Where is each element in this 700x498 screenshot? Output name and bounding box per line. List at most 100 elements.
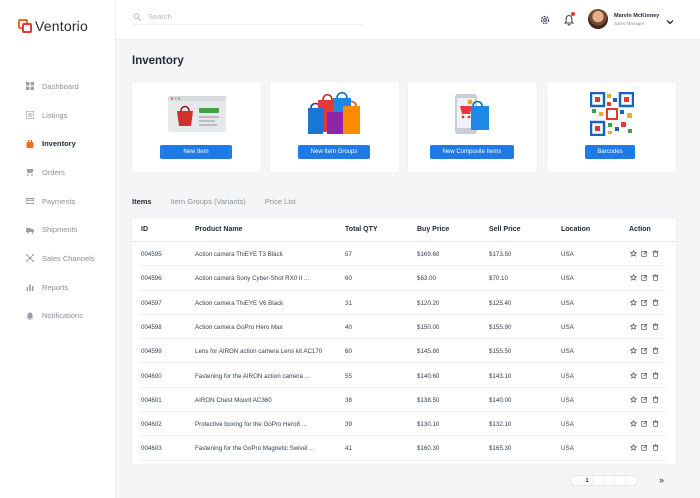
user-profile[interactable]: Marvin McKinney Sales Manager xyxy=(588,9,659,29)
page-button-current[interactable]: 1 xyxy=(582,476,593,485)
cell-product-name: Lens for AIRON action camera Lens kit AC… xyxy=(195,348,323,356)
page-button[interactable] xyxy=(604,476,615,485)
sidebar-item-dashboard[interactable]: Dashboard xyxy=(0,72,116,101)
sales-channels-icon xyxy=(25,253,35,263)
table-row[interactable]: 004596 Action camera Sony Cyber-Shot RX0 … xyxy=(132,266,676,291)
table-row[interactable]: 004601 AIRON Chest Mount AC360 38 $138.50 $1… xyxy=(132,388,676,413)
cell-id: 004595 xyxy=(141,251,162,258)
edit-icon[interactable] xyxy=(641,323,648,330)
sidebar-item-notifications[interactable]: Notifications xyxy=(0,302,116,331)
star-icon[interactable] xyxy=(630,444,637,452)
user-role: Sales Manager xyxy=(614,20,645,26)
trash-icon[interactable] xyxy=(652,396,659,403)
trash-icon[interactable] xyxy=(652,323,659,330)
table-row[interactable]: 004603 Fastening for the GoPro Magnetic S… xyxy=(132,436,676,461)
sidebar-item-inventory[interactable]: Inventory xyxy=(0,129,116,158)
sidebar-item-label: Shipments xyxy=(42,225,78,235)
settings-gear-icon[interactable] xyxy=(539,13,551,25)
cell-sell-price: $143.10 xyxy=(489,372,512,380)
trash-icon[interactable] xyxy=(652,444,659,452)
page-button[interactable] xyxy=(615,476,626,485)
new-item-button[interactable]: New Item xyxy=(160,145,232,159)
star-icon[interactable] xyxy=(630,420,637,427)
avatar xyxy=(588,9,608,29)
star-icon[interactable] xyxy=(630,371,637,379)
table-row[interactable]: 004598 Action camera GoPro Hero Max 40 $150… xyxy=(132,315,676,340)
cell-location: USA xyxy=(561,251,574,258)
app-logo[interactable]: Ventorio xyxy=(18,18,88,34)
edit-icon[interactable] xyxy=(641,396,648,403)
sidebar-item-payments[interactable]: Payments xyxy=(0,187,116,216)
edit-icon[interactable] xyxy=(641,347,648,354)
inventory-icon xyxy=(25,139,35,149)
edit-icon[interactable] xyxy=(641,420,648,427)
sidebar-item-shipments[interactable]: Shipments xyxy=(0,215,116,244)
star-icon[interactable] xyxy=(630,250,637,257)
star-icon[interactable] xyxy=(630,298,637,306)
page-button[interactable] xyxy=(593,476,604,485)
tab-item-groups[interactable]: Item Groups (Variants) xyxy=(171,197,246,206)
new-item-groups-button[interactable]: New Item Groups xyxy=(298,145,370,159)
sidebar-item-orders[interactable]: Orders xyxy=(0,158,116,187)
table-row[interactable]: 004599 Lens for AIRON action camera Lens … xyxy=(132,339,676,364)
star-icon[interactable] xyxy=(630,322,637,330)
next-page-button[interactable]: » xyxy=(659,476,664,485)
sidebar-item-label: Payments xyxy=(42,196,76,206)
column-header-total-qty[interactable]: Total QTY xyxy=(345,226,378,233)
sidebar-item-sales-channels[interactable]: Sales Channels xyxy=(0,244,116,273)
trash-icon[interactable] xyxy=(652,371,659,379)
column-header-buy-price[interactable]: Buy Price xyxy=(417,226,449,233)
table-row[interactable]: 004602 Protective boxing for the GoPro He… xyxy=(132,412,676,437)
sidebar-item-listings[interactable]: Listings xyxy=(0,101,116,130)
page-button[interactable] xyxy=(626,476,637,485)
page-button[interactable] xyxy=(571,476,582,485)
trash-icon[interactable] xyxy=(652,274,659,282)
edit-icon[interactable] xyxy=(641,372,648,379)
edit-icon[interactable] xyxy=(641,444,648,452)
cell-buy-price: $130.10 xyxy=(417,421,440,429)
cell-buy-price: $169.60 xyxy=(417,251,440,258)
top-bar: Marvin McKinney Sales Manager xyxy=(116,0,700,40)
sidebar-item-reports[interactable]: Reports xyxy=(0,273,116,302)
edit-icon[interactable] xyxy=(641,274,648,281)
trash-icon[interactable] xyxy=(652,298,659,306)
search-input[interactable] xyxy=(148,12,348,21)
row-actions xyxy=(630,395,663,403)
column-header-id[interactable]: ID xyxy=(141,226,148,233)
trash-icon[interactable] xyxy=(652,250,659,257)
row-actions xyxy=(630,250,663,257)
cell-buy-price: $145.80 xyxy=(417,348,440,356)
column-header-product-name[interactable]: Product Name xyxy=(195,226,242,233)
table-row[interactable]: 004597 Action camera ThiEYE V6 Black 31 $12… xyxy=(132,291,676,315)
column-header-location[interactable]: Location xyxy=(561,226,590,233)
barcodes-button[interactable]: Barcodes xyxy=(585,145,635,159)
mobile-shopping-icon xyxy=(408,90,537,138)
search-bar xyxy=(133,9,363,25)
cell-location: USA xyxy=(561,372,574,380)
trash-icon[interactable] xyxy=(652,347,659,354)
star-icon[interactable] xyxy=(630,347,637,355)
cell-product-name: Fastening for the GoPro Magnetic Swivel … xyxy=(195,445,315,453)
star-icon[interactable] xyxy=(630,395,637,403)
trash-icon[interactable] xyxy=(652,420,659,427)
edit-icon[interactable] xyxy=(641,250,648,257)
tab-price-list[interactable]: Price List xyxy=(265,197,296,206)
cell-location: USA xyxy=(561,323,574,331)
chevron-down-icon[interactable] xyxy=(665,14,675,25)
cell-sell-price: $155.90 xyxy=(489,323,512,331)
shopping-bags-icon xyxy=(270,90,399,138)
column-header-action: Action xyxy=(629,226,651,233)
table-row[interactable]: 004600 Fastening for the AIRON action cam… xyxy=(132,364,676,388)
edit-icon[interactable] xyxy=(641,299,648,306)
cell-id: 004599 xyxy=(141,348,162,356)
table-row[interactable]: 004595 Action camera ThiEYE T3 Black 57 $16… xyxy=(132,242,676,267)
new-item-groups-card: New Item Groups xyxy=(270,82,399,172)
notification-dot xyxy=(571,12,575,16)
column-header-sell-price[interactable]: Sell Price xyxy=(489,226,521,233)
new-composite-items-button[interactable]: New Composite Items xyxy=(430,145,514,159)
notifications-bell-icon[interactable] xyxy=(563,12,575,26)
payments-icon xyxy=(25,196,35,206)
row-actions xyxy=(630,298,663,306)
star-icon[interactable] xyxy=(630,274,637,282)
tab-items[interactable]: Items xyxy=(132,197,152,206)
